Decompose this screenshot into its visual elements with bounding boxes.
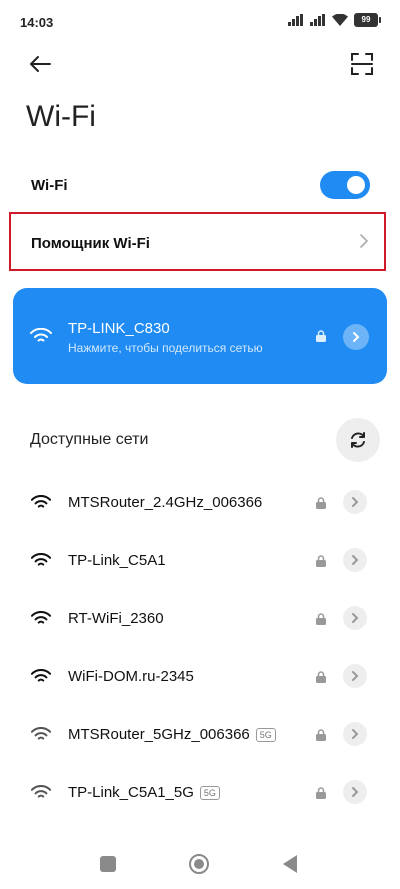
status-bar: 14:03 99 [0, 0, 400, 42]
available-networks-title: Доступные сети [30, 431, 149, 448]
recents-button[interactable] [100, 856, 116, 872]
battery-icon: 99 [354, 13, 381, 27]
network-details-button[interactable] [343, 606, 367, 630]
wifi-signal-icon [31, 495, 51, 508]
network-ssid: TP-Link_C5A1_5G [68, 784, 194, 801]
network-item[interactable]: TP-Link_C5A1_5G 5G [0, 764, 400, 822]
system-nav-bar [0, 840, 400, 889]
qr-scan-icon[interactable] [348, 50, 376, 78]
toggle-knob [347, 176, 365, 194]
wifi-assistant-label: Помощник Wi-Fi [31, 235, 150, 252]
network-ssid: WiFi-DOM.ru-2345 [68, 668, 194, 685]
network-name-row: WiFi-DOM.ru-2345 [68, 668, 194, 685]
network-details-button[interactable] [343, 490, 367, 514]
wifi-assistant-item[interactable]: Помощник Wi-Fi [9, 212, 386, 271]
connected-subtitle: Нажмите, чтобы поделиться сетью [68, 341, 263, 355]
band-badge: 5G [255, 727, 276, 742]
back-arrow-icon[interactable] [26, 50, 54, 78]
network-details-button[interactable] [343, 324, 369, 350]
wifi-signal-icon [31, 785, 51, 798]
chevron-right-icon [353, 332, 360, 342]
network-ssid: MTSRouter_2.4GHz_006366 [68, 494, 263, 511]
network-item[interactable]: WiFi-DOM.ru-2345 [0, 648, 400, 706]
network-item[interactable]: MTSRouter_5GHz_006366 5G [0, 706, 400, 764]
band-badge: 5G [199, 785, 220, 800]
network-details-button[interactable] [343, 664, 367, 688]
status-time: 14:03 [20, 15, 54, 30]
refresh-icon [351, 432, 365, 448]
chevron-right-icon [352, 613, 359, 623]
wifi-toggle-label: Wi-Fi [31, 177, 68, 194]
home-button[interactable] [189, 854, 209, 874]
lock-icon [316, 787, 326, 799]
network-name-row: MTSRouter_2.4GHz_006366 [68, 494, 262, 511]
nav-back-button[interactable] [283, 855, 297, 873]
wifi-signal-icon [31, 727, 51, 740]
signal-icon [310, 14, 325, 26]
network-name-row: TP-Link_C5A1_5G 5G [68, 784, 220, 801]
chevron-right-icon [352, 497, 359, 507]
network-details-button[interactable] [343, 548, 367, 572]
network-ssid: MTSRouter_5GHz_006366 [68, 726, 250, 743]
network-ssid: TP-Link_C5A1 [68, 552, 166, 569]
network-details-button[interactable] [343, 780, 367, 804]
refresh-button[interactable] [336, 418, 380, 462]
lock-icon [316, 671, 326, 683]
wifi-signal-icon [31, 669, 51, 682]
chevron-right-icon [352, 787, 359, 797]
page-title: Wi-Fi [26, 100, 96, 133]
network-details-button[interactable] [343, 722, 367, 746]
network-name-row: MTSRouter_5GHz_006366 5G [68, 726, 276, 743]
connected-ssid: TP-LINK_C830 [68, 320, 170, 337]
chevron-right-icon [352, 671, 359, 681]
status-icons: 99 [288, 13, 381, 27]
wifi-toggle-switch[interactable] [320, 171, 370, 199]
wifi-signal-icon [31, 553, 51, 566]
wifi-status-icon [332, 14, 348, 26]
network-item[interactable]: RT-WiFi_2360 [0, 590, 400, 648]
lock-icon [316, 330, 326, 342]
wifi-signal-icon [31, 611, 51, 624]
network-name-row: TP-Link_C5A1 [68, 552, 166, 569]
lock-icon [316, 497, 326, 509]
network-ssid: RT-WiFi_2360 [68, 610, 164, 627]
wifi-signal-icon [30, 328, 52, 342]
chevron-right-icon [352, 555, 359, 565]
lock-icon [316, 613, 326, 625]
chevron-right-icon [360, 234, 369, 248]
chevron-right-icon [352, 729, 359, 739]
network-name-row: RT-WiFi_2360 [68, 610, 164, 627]
lock-icon [316, 555, 326, 567]
lock-icon [316, 729, 326, 741]
network-list: MTSRouter_2.4GHz_006366 TP-Link_C5A1 RT-Wi… [0, 474, 400, 822]
network-item[interactable]: TP-Link_C5A1 [0, 532, 400, 590]
signal-icon [288, 14, 303, 26]
list-fade [0, 820, 400, 840]
connected-network-card[interactable]: TP-LINK_C830 Нажмите, чтобы поделиться с… [13, 288, 387, 384]
network-item[interactable]: MTSRouter_2.4GHz_006366 [0, 474, 400, 532]
